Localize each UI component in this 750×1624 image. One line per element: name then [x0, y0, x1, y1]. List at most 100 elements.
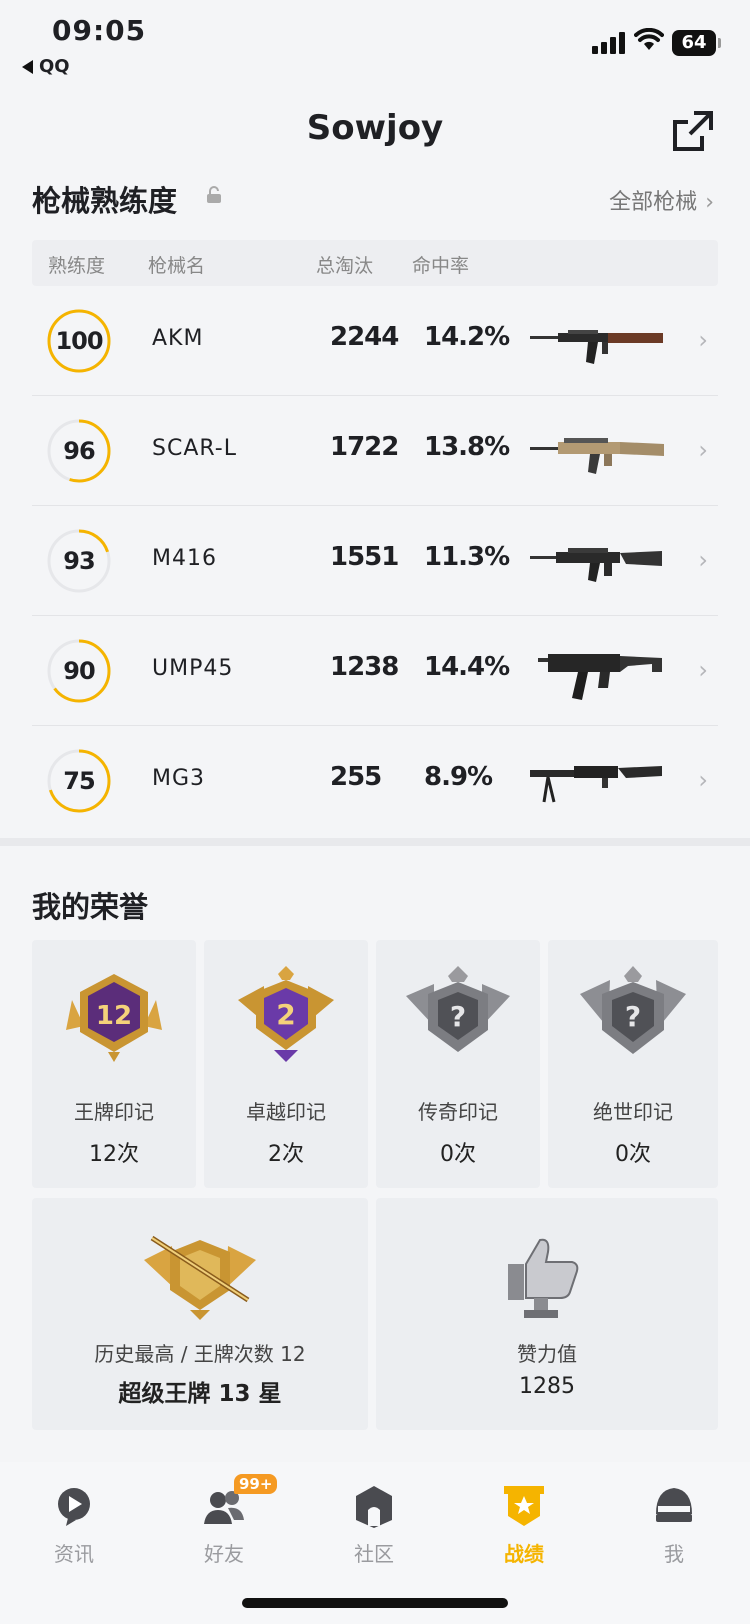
legend-mark-badge-icon: ? [406, 966, 510, 1052]
mark-count: 12次 [89, 1142, 139, 1167]
battery-indicator: 64 [672, 30, 721, 56]
likes-label: 赞力值 [517, 1342, 577, 1366]
col-proficiency: 熟练度 [48, 255, 106, 277]
mark-label: 卓越印记 [246, 1100, 326, 1124]
super-ace-rank-badge-icon [144, 1235, 256, 1320]
wifi-icon [634, 28, 664, 50]
record-icon [502, 1484, 546, 1528]
news-icon [52, 1484, 96, 1528]
mark-card-excellence[interactable]: 2 卓越印记 2次 [204, 940, 368, 1188]
mark-label: 传奇印记 [418, 1100, 498, 1124]
peerless-badge-symbol: ? [625, 1000, 641, 1033]
tab-record[interactable]: 战绩 [474, 1484, 574, 1567]
proficiency-value: 93 [63, 547, 95, 575]
proficiency-value: 75 [63, 767, 95, 795]
col-total-kills: 总淘汰 [316, 255, 374, 277]
akm-rifle-icon [530, 330, 663, 364]
col-weapon-name: 枪械名 [148, 255, 206, 277]
back-to-app-button[interactable]: QQ [22, 56, 70, 77]
weapon-accuracy: 14.4% [424, 652, 510, 682]
back-arrow-icon [22, 60, 33, 74]
chevron-right-icon: › [698, 656, 708, 684]
tab-friends[interactable]: 好友 [174, 1484, 274, 1567]
weapon-kills: 1722 [330, 432, 399, 462]
honors-section-title: 我的荣誉 [32, 890, 149, 924]
weapon-row-akm[interactable]: 100 AKM 2244 14.2% › [32, 286, 718, 396]
back-app-label: QQ [39, 56, 70, 77]
signal-icon [592, 32, 628, 54]
tab-label: 战绩 [504, 1542, 544, 1566]
home-indicator[interactable] [242, 1598, 508, 1608]
weapon-kills: 1238 [330, 652, 399, 682]
weapon-name: MG3 [152, 766, 206, 791]
ump45-smg-icon [538, 654, 662, 700]
peerless-mark-badge-icon: ? [580, 966, 686, 1054]
excellence-mark-badge-icon: 2 [238, 966, 334, 1062]
history-label: 历史最高 / 王牌次数 12 [94, 1342, 306, 1366]
weapon-name: SCAR-L [152, 436, 237, 461]
mark-label: 王牌印记 [74, 1100, 154, 1124]
tab-label: 社区 [354, 1542, 394, 1566]
mark-card-peerless[interactable]: ? 绝世印记 0次 [548, 940, 718, 1188]
weapon-table-header: 熟练度 枪械名 总淘汰 命中率 [32, 240, 718, 286]
history-value: 超级王牌 13 星 [118, 1381, 282, 1407]
helmet-icon [652, 1484, 696, 1528]
weapon-list: 100 AKM 2244 14.2% › 96 SCAR-L 1722 13.8… [32, 286, 718, 836]
mark-card-legend[interactable]: ? 传奇印记 0次 [376, 940, 540, 1188]
tab-me[interactable]: 我 [624, 1484, 724, 1567]
chevron-right-icon: › [698, 436, 708, 464]
mark-count: 2次 [268, 1142, 304, 1167]
chevron-right-icon: › [698, 546, 708, 574]
proficiency-value: 96 [63, 437, 95, 465]
mark-count: 0次 [440, 1142, 476, 1167]
weapon-kills: 2244 [330, 322, 399, 352]
weapon-kills: 1551 [330, 542, 399, 572]
weapon-name: UMP45 [152, 656, 234, 681]
m416-rifle-icon [530, 548, 662, 582]
likes-value: 1285 [519, 1374, 575, 1399]
thumbs-up-trophy-icon [508, 1238, 579, 1318]
weapon-accuracy: 14.2% [424, 322, 510, 352]
tab-news[interactable]: 资讯 [24, 1484, 124, 1567]
lock-icon [207, 186, 221, 203]
mark-count: 0次 [615, 1142, 651, 1167]
weapon-kills: 255 [330, 762, 382, 792]
weapon-row-ump45[interactable]: 90 UMP45 1238 14.4% › [32, 616, 718, 726]
community-icon [352, 1484, 396, 1528]
proficiency-value: 90 [63, 657, 95, 685]
weapon-row-scar-l[interactable]: 96 SCAR-L 1722 13.8% › [32, 396, 718, 506]
weapon-section-title: 枪械熟练度 [32, 184, 178, 218]
tab-label: 我 [664, 1542, 684, 1566]
legend-badge-symbol: ? [450, 1000, 466, 1033]
weapon-accuracy: 13.8% [424, 432, 510, 462]
all-weapons-link[interactable]: 全部枪械 › [609, 184, 714, 216]
weapon-row-m416[interactable]: 93 M416 1551 11.3% › [32, 506, 718, 616]
chevron-right-icon: › [698, 766, 708, 794]
section-divider [0, 838, 750, 846]
mark-label: 绝世印记 [593, 1100, 673, 1124]
tab-label: 好友 [204, 1542, 244, 1566]
tab-label: 资讯 [54, 1542, 94, 1566]
page-title: Sowjoy [306, 108, 444, 148]
col-accuracy: 命中率 [412, 255, 470, 277]
weapon-name: M416 [152, 546, 217, 571]
weapon-row-mg3[interactable]: 75 MG3 255 8.9% › [32, 726, 718, 836]
status-bar: 09:05 QQ 64 [0, 0, 750, 90]
status-time: 09:05 [52, 14, 147, 47]
ace-badge-number: 12 [96, 1001, 132, 1031]
proficiency-value: 100 [55, 327, 103, 355]
ace-mark-badge-icon: 12 [66, 974, 162, 1062]
chevron-right-icon: › [698, 326, 708, 354]
weapon-name: AKM [152, 326, 204, 351]
scar-l-rifle-icon [530, 438, 664, 474]
weapon-accuracy: 11.3% [424, 542, 510, 572]
mark-card-ace[interactable]: 12 王牌印记 12次 [32, 940, 196, 1188]
share-icon[interactable] [672, 110, 714, 152]
tab-community[interactable]: 社区 [324, 1484, 424, 1567]
weapon-accuracy: 8.9% [424, 762, 493, 792]
all-weapons-label: 全部枪械 [609, 190, 698, 215]
excellence-badge-number: 2 [276, 998, 295, 1031]
history-highest-card[interactable]: 历史最高 / 王牌次数 12 超级王牌 13 星 [32, 1198, 368, 1430]
likes-card[interactable]: 赞力值 1285 [376, 1198, 718, 1430]
mg3-machine-gun-icon [530, 766, 662, 803]
